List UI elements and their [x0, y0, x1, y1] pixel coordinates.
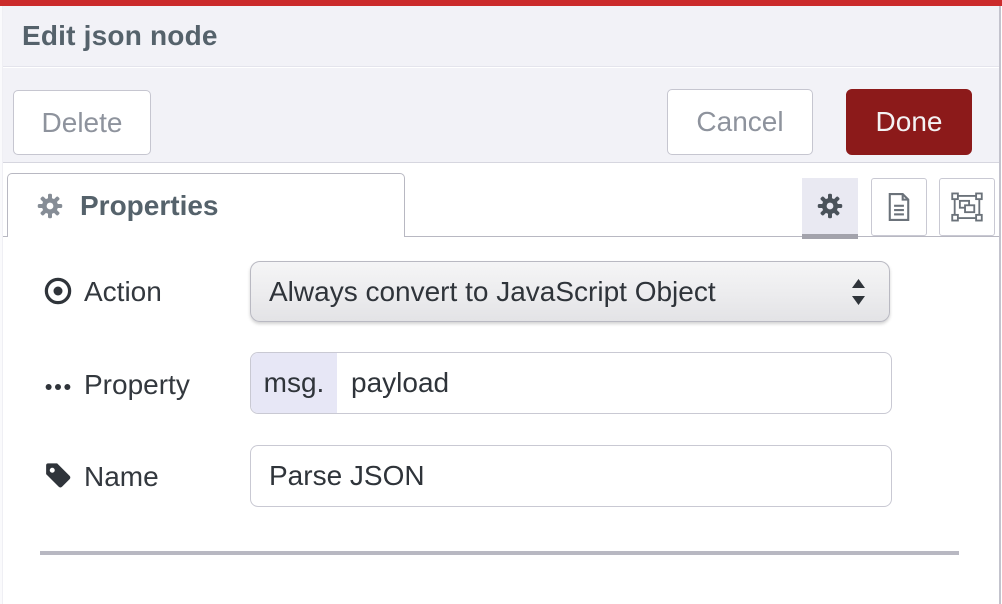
document-icon	[884, 191, 914, 223]
panel-left-edge	[0, 6, 3, 604]
name-input[interactable]	[251, 446, 891, 506]
gear-icon	[35, 191, 65, 221]
form-divider	[40, 551, 959, 555]
action-select[interactable]: Always convert to JavaScript Object	[250, 261, 890, 322]
appearance-tab-button[interactable]	[939, 178, 995, 236]
dialog-title: Edit json node	[22, 20, 218, 52]
name-label: Name	[84, 461, 159, 493]
select-arrows-icon	[850, 277, 867, 307]
object-group-icon	[951, 192, 983, 222]
dialog-titlebar: Edit json node	[0, 6, 999, 67]
ellipsis-icon	[43, 372, 73, 402]
delete-button[interactable]: Delete	[13, 90, 151, 155]
name-field	[250, 445, 892, 507]
dot-circle-icon	[43, 276, 73, 306]
gear-icon	[815, 191, 845, 221]
tab-properties-label: Properties	[80, 190, 219, 222]
action-select-value: Always convert to JavaScript Object	[269, 276, 716, 308]
properties-tab-button[interactable]	[802, 178, 858, 239]
cancel-button[interactable]: Cancel	[667, 89, 813, 155]
msg-prefix: msg.	[251, 353, 337, 413]
property-label: Property	[84, 369, 190, 401]
property-input[interactable]	[337, 353, 891, 413]
editor-tab-row: Properties	[0, 164, 999, 237]
property-field: msg.	[250, 352, 892, 414]
description-tab-button[interactable]	[871, 178, 927, 236]
action-label: Action	[84, 276, 162, 308]
panel-right-edge	[999, 6, 1001, 604]
tag-icon	[43, 461, 73, 491]
dialog-button-row: Delete Cancel Done	[0, 68, 999, 163]
edit-node-dialog: Edit json node Delete Cancel Done	[0, 0, 1002, 604]
done-button[interactable]: Done	[846, 89, 972, 155]
tab-properties[interactable]: Properties	[7, 173, 405, 237]
